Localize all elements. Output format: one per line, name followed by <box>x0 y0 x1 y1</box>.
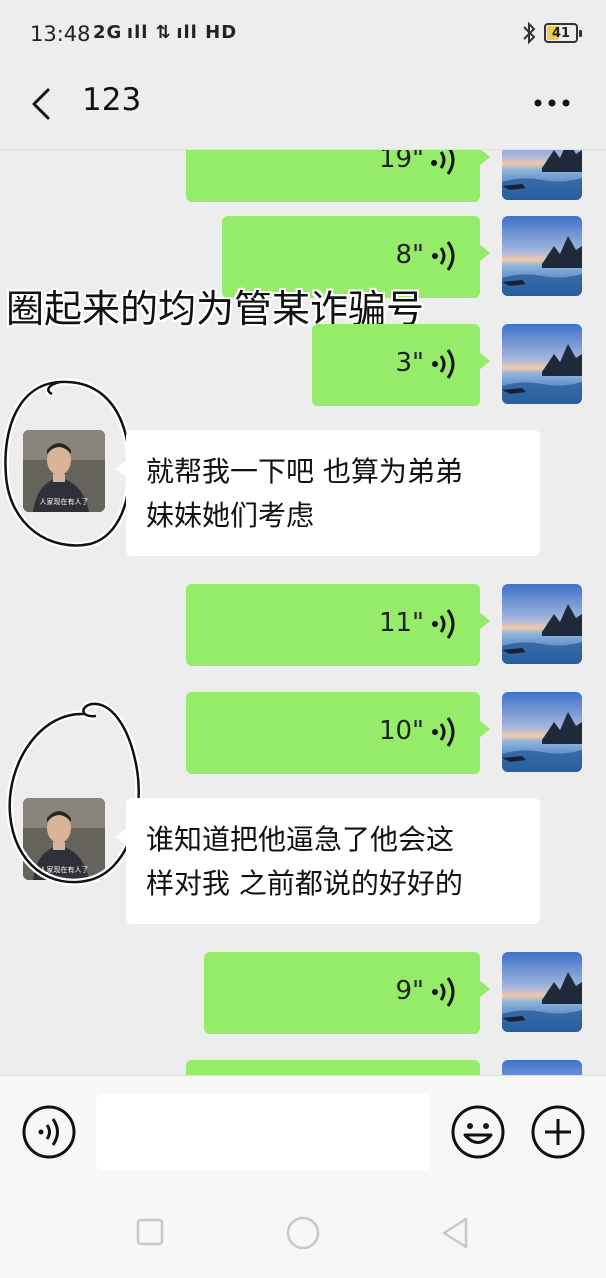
recent-apps-icon[interactable] <box>136 1218 164 1246</box>
voice-message-bubble[interactable]: 10" <box>186 692 490 774</box>
self-avatar[interactable] <box>502 324 582 404</box>
message-line: 样对我 之前都说的好好的 <box>146 867 463 900</box>
signal-indicators: 2G ıll ⇅ ıll HD <box>93 22 238 43</box>
self-avatar[interactable] <box>502 150 582 200</box>
status-right: 41 <box>522 20 582 46</box>
voice-wave-icon <box>432 609 455 639</box>
plus-icon[interactable] <box>530 1104 586 1160</box>
chat-title: 123 <box>82 82 142 118</box>
self-avatar[interactable] <box>502 952 582 1032</box>
self-avatar[interactable] <box>502 692 582 772</box>
status-bar: 13:48 2G ıll ⇅ ıll HD 41 <box>0 0 606 66</box>
nav-back-icon[interactable] <box>440 1216 470 1250</box>
text-message-bubble[interactable]: 就帮我一下吧 也算为弟弟 妹妹她们考虑 <box>116 430 540 556</box>
self-avatar[interactable] <box>502 216 582 296</box>
message-line: 谁知道把他逼急了他会这 <box>146 823 455 856</box>
voice-wave-icon <box>432 977 455 1007</box>
avatar-caption: 人家现在有人了 <box>40 497 89 506</box>
voice-wave-icon <box>432 349 455 379</box>
system-nav-bar <box>0 1190 606 1278</box>
self-avatar[interactable] <box>502 1060 582 1075</box>
voice-wave-icon <box>431 150 455 175</box>
battery-level: 41 <box>551 25 571 41</box>
voice-message-bubble[interactable]: 19" <box>186 150 490 202</box>
voice-message-bubble[interactable]: 3" <box>312 324 490 406</box>
voice-input-icon[interactable] <box>21 1104 77 1160</box>
back-button[interactable] <box>24 82 64 126</box>
more-options-button[interactable] <box>532 88 572 118</box>
message-line: 就帮我一下吧 也算为弟弟 <box>146 455 463 488</box>
emoji-icon[interactable] <box>450 1104 506 1160</box>
chat-messages[interactable]: 19" 8" 圈起来的均为管某诈骗号 3" 人家现在有人了 就帮我一下吧 也算为… <box>0 150 606 1075</box>
message-input[interactable] <box>96 1094 430 1170</box>
self-avatar[interactable] <box>502 584 582 664</box>
voice-duration: 8" <box>395 240 424 270</box>
voice-message-bubble[interactable] <box>186 1060 480 1075</box>
voice-duration: 9" <box>395 976 424 1006</box>
battery-icon: 41 <box>544 23 582 43</box>
voice-message-bubble[interactable]: 11" <box>186 584 490 666</box>
voice-duration: 10" <box>378 716 424 746</box>
voice-duration: 3" <box>395 348 424 378</box>
status-time: 13:48 <box>30 22 91 46</box>
avatar-caption: 人家现在有人了 <box>40 865 89 874</box>
voice-wave-icon <box>432 241 455 271</box>
text-message-bubble[interactable]: 谁知道把他逼急了他会这 样对我 之前都说的好好的 <box>116 798 540 924</box>
contact-avatar[interactable]: 人家现在有人了 <box>23 430 105 512</box>
bluetooth-icon <box>523 21 536 45</box>
message-line: 妹妹她们考虑 <box>146 499 315 532</box>
voice-duration: 19" <box>378 150 424 174</box>
home-icon[interactable] <box>286 1216 320 1250</box>
input-bar <box>0 1075 606 1190</box>
chat-header: 123 <box>0 66 606 150</box>
voice-duration: 11" <box>378 608 424 638</box>
voice-message-bubble[interactable]: 9" <box>204 952 490 1034</box>
voice-wave-icon <box>432 717 455 747</box>
contact-avatar[interactable]: 人家现在有人了 <box>23 798 105 880</box>
